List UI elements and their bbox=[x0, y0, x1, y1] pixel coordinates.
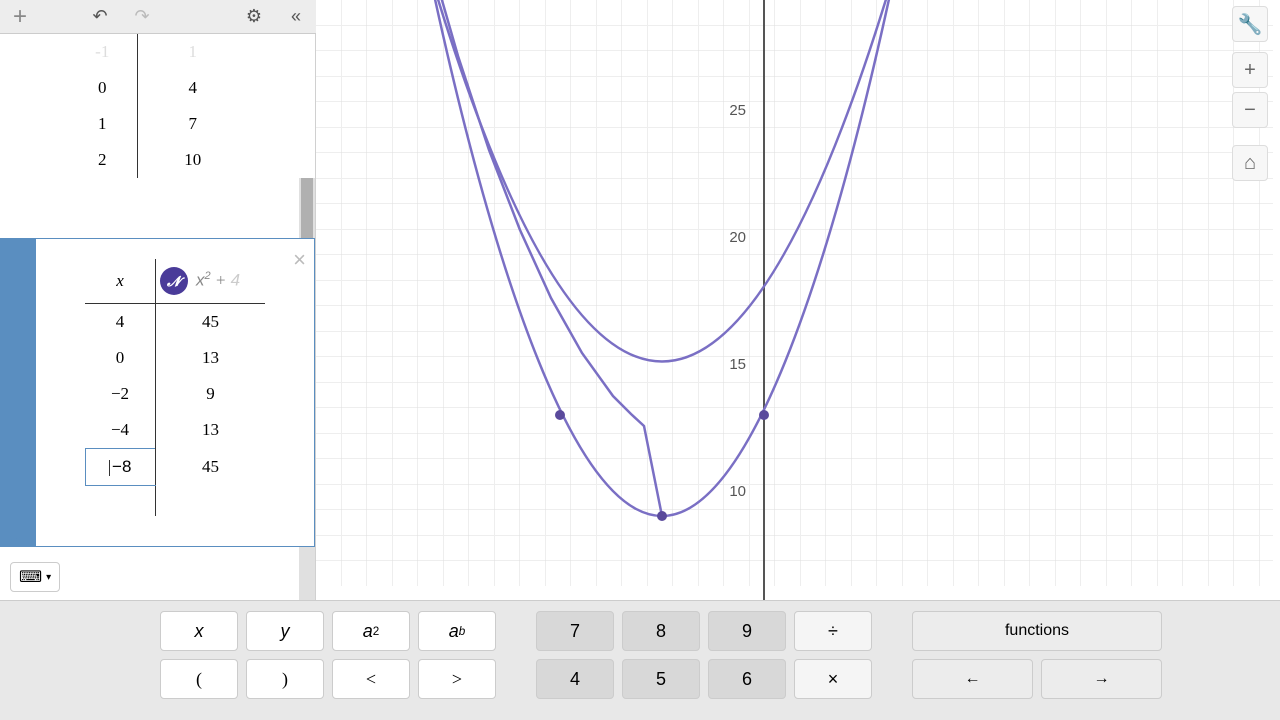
table-row[interactable]: 0 13 bbox=[85, 340, 265, 376]
table-expression-2[interactable]: × x 𝓝 x2 + 4 4 45 0 13 bbox=[0, 238, 315, 547]
key-6[interactable]: 6 bbox=[708, 659, 786, 699]
graph-canvas[interactable]: 25 20 15 10 🔧 + − ⌂ bbox=[316, 0, 1280, 600]
redo-button[interactable]: ↷ bbox=[130, 5, 154, 29]
home-button[interactable]: ⌂ bbox=[1232, 145, 1268, 181]
caret-down-icon: ▾ bbox=[46, 572, 51, 583]
y-tick-label: 15 bbox=[729, 356, 746, 373]
zoom-fit-button[interactable]: ⊕ bbox=[8, 529, 23, 550]
column-header-x[interactable]: x bbox=[85, 259, 155, 304]
zoom-out-button[interactable]: − bbox=[1232, 92, 1268, 128]
zoom-in-button[interactable]: + bbox=[1232, 52, 1268, 88]
column-header-y[interactable]: 𝓝 x2 + 4 bbox=[155, 259, 265, 304]
plot-toggle-icon[interactable]: 𝓝 bbox=[160, 267, 188, 295]
graph-settings-button[interactable]: 🔧 bbox=[1232, 6, 1268, 42]
table-row[interactable]: 4 45 bbox=[85, 304, 265, 341]
expression-drag-handle[interactable] bbox=[0, 239, 36, 546]
key-4[interactable]: 4 bbox=[536, 659, 614, 699]
add-expression-button[interactable]: + bbox=[8, 5, 32, 29]
y-tick-label: 10 bbox=[729, 483, 746, 500]
key-arrow-left[interactable]: ← bbox=[912, 659, 1033, 699]
key-8[interactable]: 8 bbox=[622, 611, 700, 651]
key-lparen[interactable]: ( bbox=[160, 659, 238, 699]
delete-expression-button[interactable]: × bbox=[293, 247, 306, 273]
key-5[interactable]: 5 bbox=[622, 659, 700, 699]
table-expression-1[interactable]: -1 1 0 4 1 7 2 10 bbox=[0, 34, 315, 178]
on-screen-keyboard: x y a2 ab ( ) < > 7 8 9 ÷ 4 5 6 × functi… bbox=[0, 600, 1280, 720]
keyboard-toggle-button[interactable]: ⌨ ▾ bbox=[10, 562, 60, 592]
keyboard-numpad-section: 7 8 9 ÷ 4 5 6 × bbox=[536, 611, 872, 720]
expression-list: -1 1 0 4 1 7 2 10 × bbox=[0, 34, 316, 600]
y-tick-label: 20 bbox=[729, 229, 746, 246]
table-row[interactable]: −4 13 bbox=[85, 412, 265, 449]
expression-toolbar: + ↶ ↷ ⚙ « bbox=[0, 0, 316, 34]
key-lt[interactable]: < bbox=[332, 659, 410, 699]
key-functions[interactable]: functions bbox=[912, 611, 1162, 651]
key-9[interactable]: 9 bbox=[708, 611, 786, 651]
keyboard-variables-section: x y a2 ab ( ) < > bbox=[160, 611, 496, 720]
collapse-sidebar-button[interactable]: « bbox=[284, 5, 308, 29]
table-row-empty[interactable] bbox=[85, 486, 265, 516]
settings-button[interactable]: ⚙ bbox=[242, 5, 266, 29]
active-cell-input[interactable]: −8 bbox=[85, 449, 155, 486]
key-y[interactable]: y bbox=[246, 611, 324, 651]
undo-button[interactable]: ↶ bbox=[88, 5, 112, 29]
key-x[interactable]: x bbox=[160, 611, 238, 651]
key-arrow-right[interactable]: → bbox=[1041, 659, 1162, 699]
keyboard-functions-section: functions ← → bbox=[912, 611, 1162, 720]
graph-svg: 25 20 15 10 bbox=[316, 0, 1280, 600]
key-rparen[interactable]: ) bbox=[246, 659, 324, 699]
data-point[interactable] bbox=[555, 410, 565, 420]
y-tick-label: 25 bbox=[729, 102, 746, 119]
table-row[interactable]: 2 10 bbox=[68, 142, 248, 178]
key-multiply[interactable]: × bbox=[794, 659, 872, 699]
table-row[interactable]: 1 7 bbox=[68, 106, 248, 142]
key-power[interactable]: ab bbox=[418, 611, 496, 651]
data-point[interactable] bbox=[657, 511, 667, 521]
table-row[interactable]: −2 9 bbox=[85, 376, 265, 412]
key-squared[interactable]: a2 bbox=[332, 611, 410, 651]
key-gt[interactable]: > bbox=[418, 659, 496, 699]
data-point[interactable] bbox=[759, 410, 769, 420]
key-7[interactable]: 7 bbox=[536, 611, 614, 651]
table-header-row: x 𝓝 x2 + 4 bbox=[85, 259, 265, 304]
keyboard-icon: ⌨ bbox=[19, 567, 42, 587]
table-row[interactable]: -1 1 bbox=[68, 34, 248, 70]
table-row[interactable]: 0 4 bbox=[68, 70, 248, 106]
table-row[interactable]: −8 45 bbox=[85, 449, 265, 486]
key-divide[interactable]: ÷ bbox=[794, 611, 872, 651]
